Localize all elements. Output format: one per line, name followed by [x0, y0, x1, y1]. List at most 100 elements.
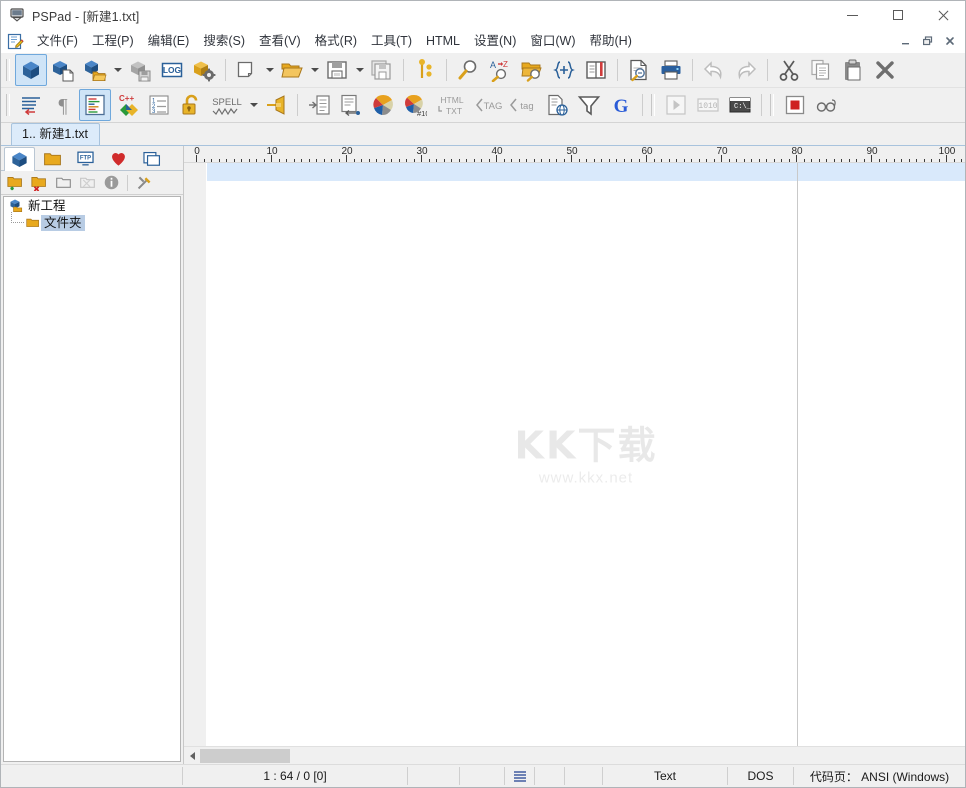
maximize-button[interactable] [875, 1, 920, 29]
status-wrap-indicator[interactable] [505, 767, 535, 785]
mdi-minimize-button[interactable] [895, 31, 917, 51]
editor-body[interactable]: KK下载 www.kkx.net [184, 163, 965, 746]
status-file-type[interactable]: Text [603, 767, 728, 785]
toolbar-grip[interactable] [5, 58, 12, 82]
sidebar-tab-explorer[interactable] [37, 146, 68, 170]
save-file-button[interactable] [321, 54, 353, 86]
project-settings-button[interactable] [188, 54, 220, 86]
project-log-button[interactable]: LOG [156, 54, 188, 86]
sidebar-tab-favorites[interactable] [103, 146, 134, 170]
menu-tools[interactable]: 工具(T) [364, 31, 419, 52]
status-cell-extra-1[interactable] [535, 767, 565, 785]
html-validate-button[interactable] [573, 89, 605, 121]
open-project-dropdown[interactable] [111, 55, 124, 85]
menu-format[interactable]: 格式(R) [308, 31, 364, 52]
google-search-button[interactable]: G [605, 89, 637, 121]
redo-button[interactable] [730, 54, 762, 86]
view-glasses-button[interactable] [811, 89, 843, 121]
project-tools-button[interactable] [132, 171, 156, 194]
toolbar-grip[interactable] [650, 93, 657, 117]
mdi-close-button[interactable] [939, 31, 961, 51]
regex-button[interactable] [548, 54, 580, 86]
sidebar-tab-windows[interactable] [136, 146, 167, 170]
tree-item-folder[interactable]: 文件夹 [4, 214, 180, 231]
print-button[interactable] [655, 54, 687, 86]
new-file-button[interactable] [231, 54, 263, 86]
syntax-cpp-button[interactable]: C++ [111, 89, 143, 121]
open-file-button[interactable] [276, 54, 308, 86]
menu-file[interactable]: 文件(F) [30, 31, 85, 52]
html-preview-button[interactable] [541, 89, 573, 121]
mdi-restore-button[interactable] [917, 31, 939, 51]
horizontal-scrollbar[interactable] [184, 746, 965, 764]
sidebar-tab-projects[interactable] [4, 147, 35, 171]
open-project-button[interactable] [47, 54, 79, 86]
color-code-button[interactable]: #10 [399, 89, 431, 121]
add-file-button[interactable] [3, 171, 27, 194]
properties-button[interactable] [99, 171, 123, 194]
spell-check-dropdown[interactable] [247, 90, 260, 120]
sidebar-tab-ftp[interactable]: FTP [70, 146, 101, 170]
status-line-ending[interactable]: DOS [728, 767, 794, 785]
project-tree[interactable]: 新工程 文件夹 [3, 196, 181, 762]
cut-button[interactable] [773, 54, 805, 86]
stop-button[interactable] [779, 89, 811, 121]
menu-settings[interactable]: 设置(N) [467, 31, 523, 52]
status-insert-mode[interactable] [460, 767, 505, 785]
new-folder-button[interactable] [51, 171, 75, 194]
bookmarks-button[interactable] [409, 54, 441, 86]
hex-view-button[interactable]: 1010 [692, 89, 724, 121]
scroll-left-button[interactable] [184, 748, 200, 764]
line-numbers-button[interactable]: 1 2 3 [143, 89, 175, 121]
indent-button[interactable] [303, 89, 335, 121]
delete-folder-button[interactable] [75, 171, 99, 194]
new-file-dropdown[interactable] [263, 55, 276, 85]
save-file-dropdown[interactable] [353, 55, 366, 85]
editor-text-area[interactable]: KK下载 www.kkx.net [207, 163, 965, 746]
menu-view[interactable]: 查看(V) [252, 31, 308, 52]
console-button[interactable]: C:\_ [724, 89, 756, 121]
html-to-text-button[interactable]: HTML TXT [431, 89, 473, 121]
status-cell-extra-2[interactable] [565, 767, 603, 785]
find-in-files-button[interactable] [516, 54, 548, 86]
document-tab[interactable]: 1.. 新建1.txt [11, 123, 100, 145]
minimize-button[interactable] [830, 1, 875, 29]
readonly-lock-button[interactable] [175, 89, 207, 121]
lowercase-tag-button[interactable]: tag [507, 89, 541, 121]
uppercase-tag-button[interactable]: TAG [473, 89, 507, 121]
paste-button[interactable] [837, 54, 869, 86]
delete-button[interactable] [869, 54, 901, 86]
dictionary-button[interactable] [580, 54, 612, 86]
menu-project[interactable]: 工程(P) [85, 31, 141, 52]
find-button[interactable] [452, 54, 484, 86]
pin-window-button[interactable] [260, 89, 292, 121]
menu-edit[interactable]: 编辑(E) [141, 31, 197, 52]
spell-check-button[interactable]: SPELL [207, 89, 247, 121]
word-wrap-button[interactable] [15, 89, 47, 121]
print-preview-button[interactable] [623, 54, 655, 86]
show-paragraph-button[interactable]: ¶ [47, 89, 79, 121]
status-modified[interactable] [408, 767, 460, 785]
replace-button[interactable]: A Z [484, 54, 516, 86]
close-button[interactable] [920, 1, 965, 29]
highlighter-button[interactable] [79, 89, 111, 121]
copy-button[interactable] [805, 54, 837, 86]
undo-button[interactable] [698, 54, 730, 86]
open-file-dropdown[interactable] [308, 55, 321, 85]
menu-help[interactable]: 帮助(H) [583, 31, 639, 52]
menu-window[interactable]: 窗口(W) [523, 31, 582, 52]
save-project-button[interactable] [124, 54, 156, 86]
menu-search[interactable]: 搜索(S) [196, 31, 252, 52]
run-button[interactable] [660, 89, 692, 121]
new-project-button[interactable] [15, 54, 47, 86]
reformat-button[interactable] [335, 89, 367, 121]
remove-file-button[interactable] [27, 171, 51, 194]
status-codepage[interactable]: 代码页： ANSI (Windows) [794, 767, 965, 785]
save-all-button[interactable] [366, 54, 398, 86]
color-picker-button[interactable] [367, 89, 399, 121]
scroll-thumb[interactable] [200, 749, 290, 763]
scroll-track[interactable] [200, 748, 965, 764]
toolbar-grip[interactable] [5, 93, 12, 117]
tree-item-project[interactable]: 新工程 [4, 197, 180, 214]
toolbar-grip[interactable] [769, 93, 776, 117]
